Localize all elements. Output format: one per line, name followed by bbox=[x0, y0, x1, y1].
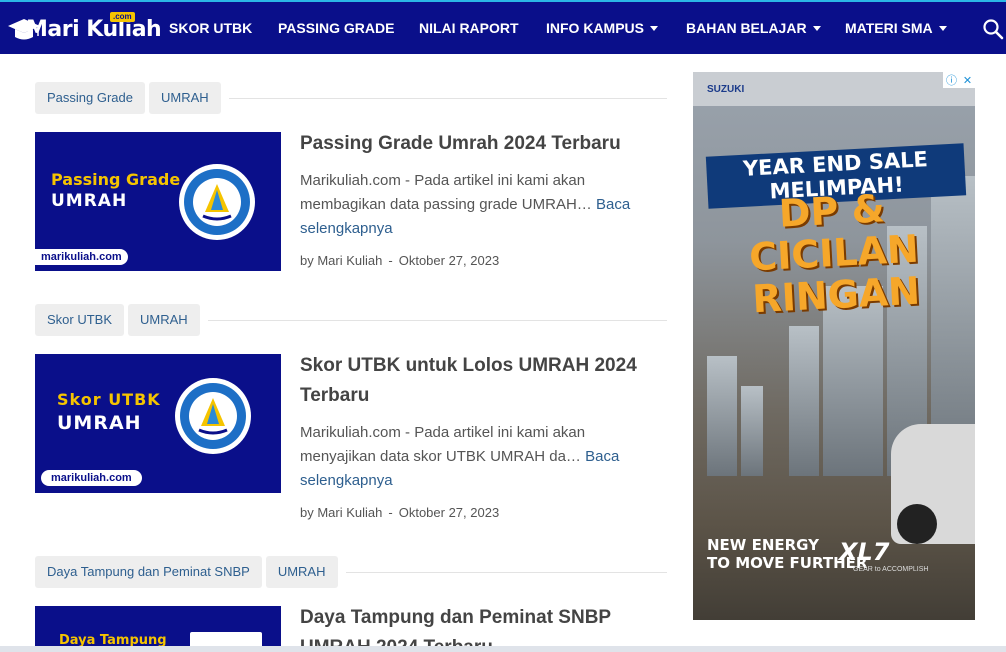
ad-brand: SUZUKI bbox=[707, 84, 745, 95]
ad-model-name: XL7 bbox=[839, 538, 890, 566]
post-thumbnail[interactable]: Skor UTBK UMRAH marikuliah.com bbox=[35, 354, 281, 493]
site-logo[interactable]: Mari Kuliah .com bbox=[6, 10, 162, 50]
nav-label: NILAI RAPORT bbox=[419, 20, 519, 36]
nav-label: MATERI SMA bbox=[845, 20, 933, 36]
post-author: by Mari Kuliah bbox=[300, 253, 383, 268]
nav-label: BAHAN BELAJAR bbox=[686, 20, 807, 36]
ad-model-tagline: GEAR to ACCOMPLISH bbox=[853, 566, 929, 573]
nav-info-kampus[interactable]: INFO KAMPUS bbox=[546, 2, 658, 54]
post-date: Oktober 27, 2023 bbox=[398, 505, 500, 520]
tag-link[interactable]: UMRAH bbox=[128, 304, 200, 336]
post-meta: by Mari Kuliah - Oktober 27, 2023 bbox=[300, 505, 499, 520]
nav-passing-grade[interactable]: PASSING GRADE bbox=[278, 2, 394, 54]
divider bbox=[345, 571, 667, 573]
sidebar-advertisement[interactable]: SUZUKI YEAR END SALE MELIMPAH! DP & CICI… bbox=[693, 72, 975, 636]
post-thumbnail[interactable]: Daya Tampung bbox=[35, 606, 281, 646]
logo-suffix: .com bbox=[110, 12, 135, 22]
nav-bahan-belajar[interactable]: BAHAN BELAJAR bbox=[686, 2, 821, 54]
post-tags: Skor UTBK UMRAH bbox=[35, 304, 667, 336]
post-excerpt: Marikuliah.com - Pada artikel ini kami a… bbox=[300, 421, 660, 493]
ad-choices-icon[interactable]: ⓘ ✕ bbox=[943, 72, 975, 88]
ad-building bbox=[707, 356, 737, 476]
nav-label: SKOR UTBK bbox=[169, 20, 253, 36]
ad-building bbox=[789, 326, 819, 476]
tag-link[interactable]: UMRAH bbox=[149, 82, 221, 114]
nav-label: PASSING GRADE bbox=[278, 20, 395, 36]
post-meta: by Mari Kuliah - Oktober 27, 2023 bbox=[300, 253, 499, 268]
university-emblem-icon bbox=[175, 378, 251, 454]
nav-materi-sma[interactable]: MATERI SMA bbox=[845, 2, 947, 54]
bottom-scroll-edge bbox=[0, 646, 1006, 652]
excerpt-text: Marikuliah.com - Pada artikel ini kami a… bbox=[300, 424, 586, 465]
divider bbox=[228, 97, 667, 99]
post-date: Oktober 27, 2023 bbox=[398, 253, 500, 268]
ad-offer: DP & CICILAN RINGAN bbox=[693, 183, 975, 324]
ad-building bbox=[741, 386, 763, 476]
university-emblem-icon bbox=[179, 164, 255, 240]
thumb-title: Passing Grade bbox=[51, 170, 181, 189]
ad-footer-logos bbox=[693, 620, 975, 636]
search-icon[interactable] bbox=[982, 18, 1004, 40]
nav-nilai-raport[interactable]: NILAI RAPORT bbox=[419, 2, 519, 54]
caret-down-icon bbox=[812, 26, 821, 31]
thumb-subtitle: UMRAH bbox=[51, 191, 128, 211]
post-tags: Daya Tampung dan Peminat SNBP UMRAH bbox=[35, 556, 667, 588]
thumb-site-label: marikuliah.com bbox=[35, 249, 128, 265]
thumb-title: Daya Tampung bbox=[59, 633, 167, 646]
tag-link[interactable]: Skor UTBK bbox=[35, 304, 125, 336]
divider bbox=[207, 319, 667, 321]
tag-link[interactable]: Daya Tampung dan Peminat SNBP bbox=[35, 556, 262, 588]
thumb-subtitle: UMRAH bbox=[57, 412, 142, 434]
logo-text: Mari Kuliah bbox=[26, 17, 162, 42]
ad-offer-line: DP & CICILAN bbox=[748, 186, 920, 280]
meta-separator: - bbox=[388, 253, 393, 268]
post-author: by Mari Kuliah bbox=[300, 505, 383, 520]
nav-skor-utbk[interactable]: SKOR UTBK bbox=[169, 2, 252, 54]
post-title[interactable]: Passing Grade Umrah 2024 Terbaru bbox=[300, 129, 670, 159]
meta-separator: - bbox=[388, 505, 393, 520]
top-navbar: Mari Kuliah .com SKOR UTBK PASSING GRADE… bbox=[0, 0, 1006, 54]
tag-link[interactable]: UMRAH bbox=[265, 556, 338, 588]
caret-down-icon bbox=[650, 26, 658, 31]
post-thumbnail[interactable]: Passing Grade UMRAH marikuliah.com bbox=[35, 132, 281, 271]
excerpt-text: Marikuliah.com - Pada artikel ini kami a… bbox=[300, 172, 592, 213]
thumb-site-label: marikuliah.com bbox=[41, 470, 142, 486]
ad-car-wheel bbox=[897, 504, 937, 544]
info-icon: ⓘ bbox=[945, 75, 957, 87]
post-title[interactable]: Skor UTBK untuk Lolos UMRAH 2024 Terbaru bbox=[300, 351, 670, 411]
nav-label: INFO KAMPUS bbox=[546, 20, 644, 36]
post-tags: Passing Grade UMRAH bbox=[35, 82, 667, 114]
tag-link[interactable]: Passing Grade bbox=[35, 82, 145, 114]
post-excerpt: Marikuliah.com - Pada artikel ini kami a… bbox=[300, 169, 660, 241]
university-emblem-icon bbox=[190, 632, 262, 646]
close-icon[interactable]: ✕ bbox=[963, 74, 972, 87]
caret-down-icon bbox=[938, 26, 947, 31]
thumb-title: Skor UTBK bbox=[57, 390, 161, 409]
post-title[interactable]: Daya Tampung dan Peminat SNBP UMRAH 2024… bbox=[300, 603, 670, 646]
